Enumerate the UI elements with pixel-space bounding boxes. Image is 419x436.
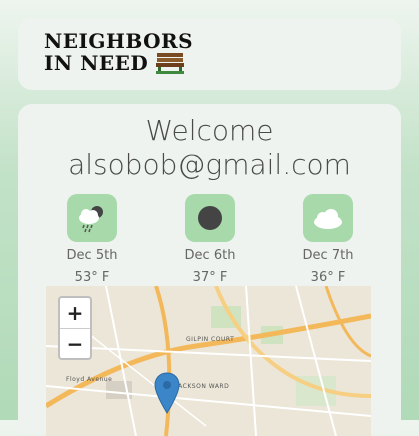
weather-tile [67,194,117,242]
zoom-out-button[interactable]: − [60,329,90,359]
forecast-day: Dec 7th 36° F [283,194,373,286]
forecast-day: Dec 6th 37° F [165,194,255,286]
logo-line1: Neighbors [44,29,194,53]
night-moon-icon [198,206,222,230]
dashboard-card: Welcome alsobob@gmail.com Dec 5th 53° F [18,104,401,436]
forecast-date: Dec 6th [184,248,236,263]
forecast-date: Dec 7th [302,248,354,263]
zoom-control: + − [58,296,92,360]
map-view[interactable]: GILPIN COURT JACKSON WARD Floyd Avenue +… [46,286,371,436]
map-label-floyd: Floyd Avenue [66,376,113,383]
app-logo[interactable]: Neighbors in Need [44,30,193,74]
rain-cloud-icon [79,206,103,233]
bench-icon [156,53,185,74]
forecast-day: Dec 5th 53° F [47,194,137,286]
logo-line2: in Need [44,51,149,75]
cloud-icon [314,209,342,229]
weather-tile [185,194,235,242]
user-email: alsobob@gmail.com [68,148,351,181]
weather-tile [303,194,353,242]
forecast-temp: 37° F [192,270,228,285]
map-label-jackson: JACKSON WARD [176,383,230,390]
forecast-temp: 53° F [74,270,110,285]
forecast-date: Dec 5th [66,248,118,263]
map-tiles [46,286,371,436]
welcome-heading: Welcome alsobob@gmail.com [18,114,401,182]
map-label-gilpin: GILPIN COURT [186,336,235,343]
header-card: Neighbors in Need [18,18,401,90]
welcome-greeting: Welcome [145,114,274,147]
zoom-in-button[interactable]: + [60,298,90,329]
map-marker-icon[interactable] [154,372,180,414]
forecast-temp: 36° F [310,270,346,285]
